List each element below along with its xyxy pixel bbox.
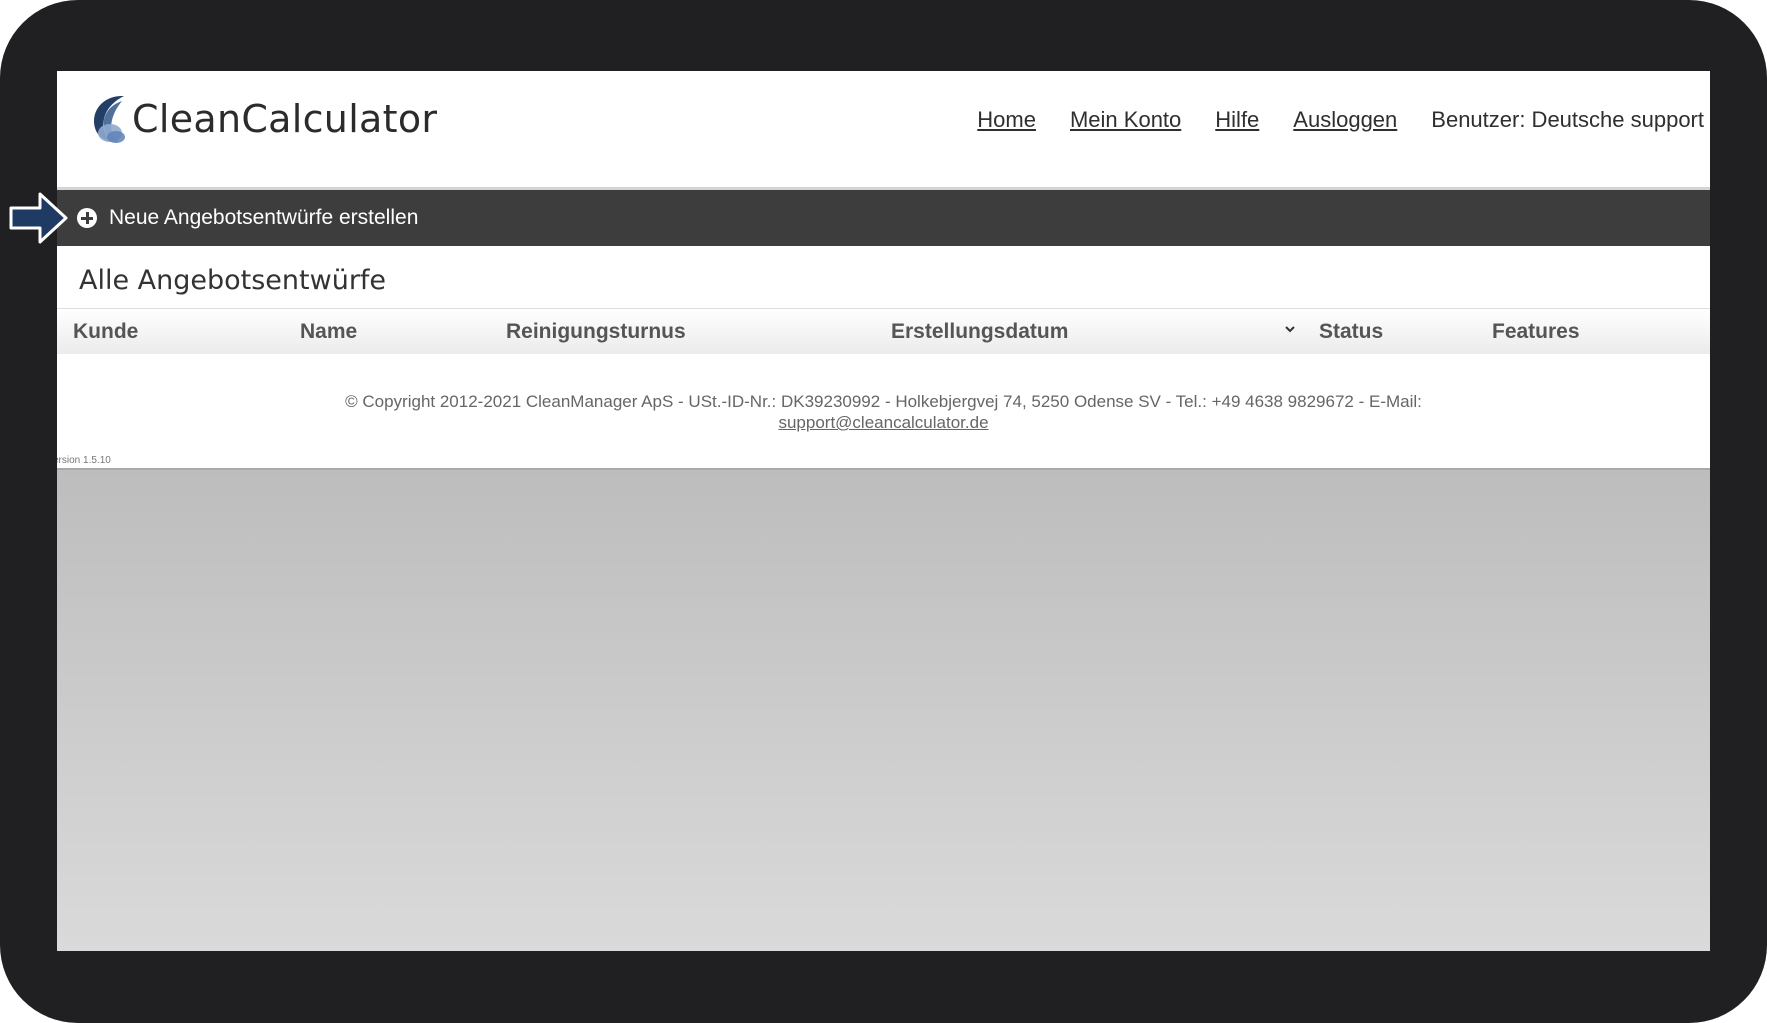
- top-nav: Home Mein Konto Hilfe Ausloggen Benutzer…: [977, 107, 1704, 133]
- logo[interactable]: CleanCalculator: [86, 91, 437, 147]
- column-features[interactable]: Features: [1492, 309, 1580, 354]
- column-erstellungsdatum[interactable]: Erstellungsdatum: [891, 309, 1068, 354]
- header: CleanCalculator Home Mein Konto Hilfe Au…: [57, 71, 1710, 190]
- action-toolbar: Neue Angebotsentwürfe erstellen: [57, 190, 1710, 246]
- copyright-text: © Copyright 2012-2021 CleanManager ApS -…: [345, 392, 1422, 411]
- sort-chevron-icon[interactable]: [1284, 323, 1296, 335]
- nav-home-link[interactable]: Home: [977, 107, 1036, 133]
- column-name[interactable]: Name: [300, 309, 357, 354]
- browser-viewport: CleanCalculator Home Mein Konto Hilfe Au…: [57, 71, 1710, 951]
- device-frame: CleanCalculator Home Mein Konto Hilfe Au…: [0, 0, 1767, 1023]
- support-email-link[interactable]: support@cleancalculator.de: [778, 413, 988, 432]
- plus-circle-icon: [77, 208, 97, 228]
- new-draft-button[interactable]: Neue Angebotsentwürfe erstellen: [77, 190, 418, 246]
- nav-account-link[interactable]: Mein Konto: [1070, 107, 1181, 133]
- nav-logout-link[interactable]: Ausloggen: [1293, 107, 1397, 133]
- empty-content-area: [57, 468, 1710, 951]
- column-kunde[interactable]: Kunde: [73, 309, 138, 354]
- table-header: Kunde Name Reinigungsturnus Erstellungsd…: [57, 308, 1710, 354]
- new-draft-label: Neue Angebotsentwürfe erstellen: [109, 206, 419, 229]
- column-reinigungsturnus[interactable]: Reinigungsturnus: [506, 309, 686, 354]
- pointer-arrow-icon: [9, 192, 68, 244]
- column-status[interactable]: Status: [1319, 309, 1383, 354]
- footer: © Copyright 2012-2021 CleanManager ApS -…: [57, 391, 1710, 433]
- current-user-label: Benutzer: Deutsche support: [1431, 107, 1704, 132]
- page-title: Alle Angebotsentwürfe: [79, 265, 387, 296]
- version-label: ersion 1.5.10: [57, 455, 111, 466]
- logo-icon: [94, 95, 125, 143]
- nav-help-link[interactable]: Hilfe: [1215, 107, 1259, 133]
- app-name: CleanCalculator: [132, 97, 438, 141]
